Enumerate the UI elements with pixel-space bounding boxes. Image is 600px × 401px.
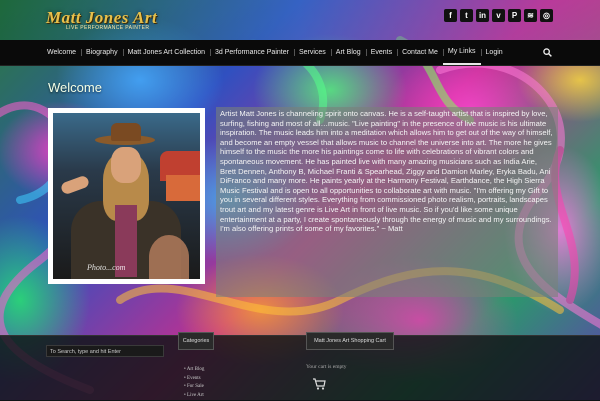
category-link[interactable]: Art Blog xyxy=(184,366,205,375)
nav-item-events[interactable]: Events xyxy=(366,40,399,65)
instagram-icon[interactable]: ◎ xyxy=(540,9,553,22)
nav-item-my-links[interactable]: My Links xyxy=(442,40,482,65)
photo-watermark: Photo...com xyxy=(87,263,126,272)
nav-item-login[interactable]: Login xyxy=(481,40,508,65)
facebook-icon[interactable]: f xyxy=(444,9,457,22)
search-icon[interactable] xyxy=(543,48,552,57)
footer: To Search, type and hit Enter Categories… xyxy=(0,332,600,401)
social-icons: f t in v P ≋ ◎ xyxy=(444,9,553,22)
twitter-icon[interactable]: t xyxy=(460,9,473,22)
vimeo-icon[interactable]: v xyxy=(492,9,505,22)
nav-item-services[interactable]: Services xyxy=(294,40,332,65)
category-link[interactable]: Live Art xyxy=(184,392,204,401)
cart-icon[interactable] xyxy=(312,378,326,390)
nav-item-contact-me[interactable]: Contact Me xyxy=(397,40,444,65)
nav-item-biography[interactable]: Biography xyxy=(81,40,124,65)
category-link[interactable]: For Sale xyxy=(184,383,204,392)
nav-item-welcome[interactable]: Welcome xyxy=(42,40,83,65)
categories-list: Art Blog Events For Sale Live Art xyxy=(184,366,205,401)
site-logo-tagline: LIVE PERFORMANCE PAINTER xyxy=(66,25,150,31)
category-link[interactable]: Events xyxy=(184,375,204,384)
nav-item-art-collection[interactable]: Matt Jones Art Collection xyxy=(123,40,212,65)
main-nav: Welcome Biography Matt Jones Art Collect… xyxy=(0,40,600,66)
nav-item-art-blog[interactable]: Art Blog xyxy=(331,40,367,65)
cart-empty-text: Your cart is empty xyxy=(306,364,347,370)
artist-bio: Artist Matt Jones is channeling spirit o… xyxy=(216,107,558,297)
page-title: Welcome xyxy=(48,80,102,95)
pinterest-icon[interactable]: P xyxy=(508,9,521,22)
cart-title: Matt Jones Art Shopping Cart xyxy=(306,332,394,350)
footer-search-input[interactable]: To Search, type and hit Enter xyxy=(46,345,164,357)
categories-title: Categories xyxy=(178,332,214,350)
artist-photo: Photo...com xyxy=(48,108,205,284)
rss-icon[interactable]: ≋ xyxy=(524,9,537,22)
linkedin-icon[interactable]: in xyxy=(476,9,489,22)
nav-item-3d-performance-painter[interactable]: 3d Performance Painter xyxy=(210,40,295,65)
